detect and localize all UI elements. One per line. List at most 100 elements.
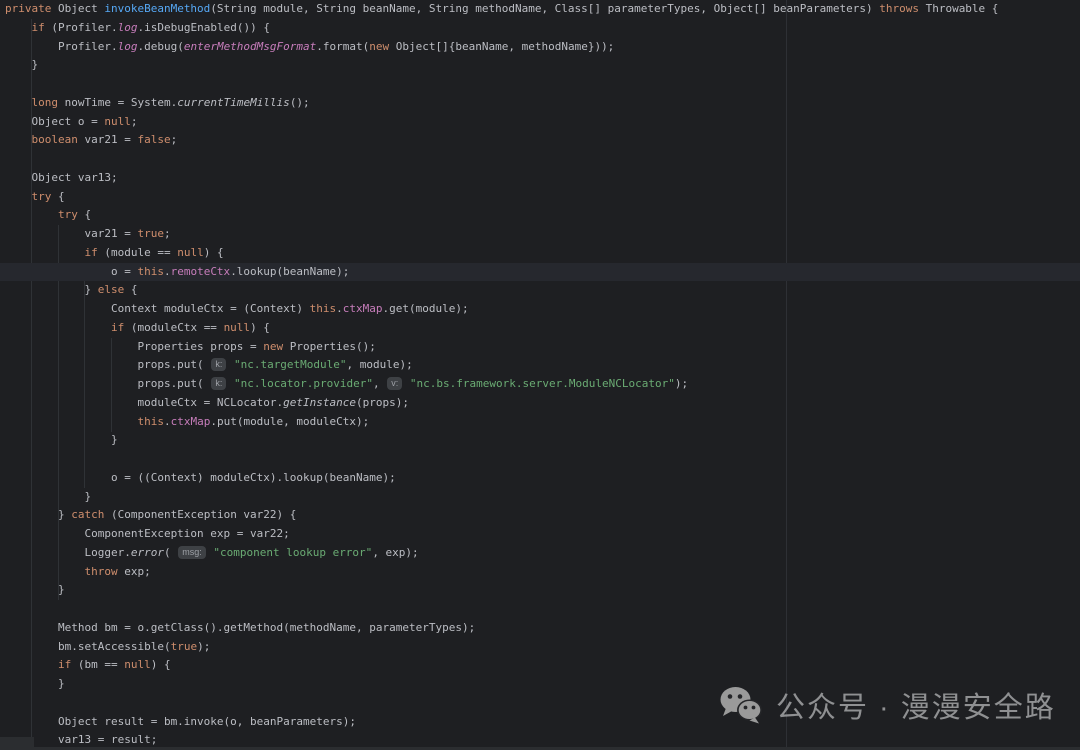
status-bar-corner xyxy=(0,737,34,750)
code-token: Object o = xyxy=(5,115,104,128)
code-token: throws xyxy=(879,2,919,15)
code-line[interactable]: } catch (ComponentException var22) { xyxy=(0,506,1080,525)
code-token: , exp); xyxy=(372,546,418,559)
code-token: ; xyxy=(171,133,178,146)
code-line[interactable]: moduleCtx = NCLocator.getInstance(props)… xyxy=(0,394,1080,413)
code-line[interactable]: try { xyxy=(0,206,1080,225)
code-token: } xyxy=(5,283,98,296)
code-token: (module == xyxy=(98,246,177,259)
code-token: getInstance xyxy=(283,396,356,409)
code-token: "component lookup error" xyxy=(213,546,372,559)
code-token: Method bm = o.getClass().getMethod(metho… xyxy=(5,621,475,634)
code-token: Context moduleCtx = (Context) xyxy=(5,302,310,315)
code-line[interactable]: Logger.error( msg: "component lookup err… xyxy=(0,544,1080,563)
code-token: ); xyxy=(197,640,210,653)
code-token: if xyxy=(84,246,97,259)
code-token: throw xyxy=(84,565,117,578)
code-token: ) { xyxy=(250,321,270,334)
code-token: ; xyxy=(164,227,171,240)
code-token: Object result = bm.invoke(o, beanParamet… xyxy=(5,715,356,728)
code-token: log xyxy=(118,21,138,34)
code-line[interactable] xyxy=(0,150,1080,169)
inlay-hint: msg: xyxy=(178,546,206,559)
code-line[interactable]: } xyxy=(0,56,1080,75)
inlay-hint: v: xyxy=(387,377,402,390)
code-line[interactable]: throw exp; xyxy=(0,563,1080,582)
code-token: { xyxy=(78,208,91,221)
code-token: ctxMap xyxy=(171,415,211,428)
code-token: (bm == xyxy=(71,658,124,671)
wechat-icon xyxy=(718,685,764,725)
code-token: .put(module, moduleCtx); xyxy=(210,415,369,428)
code-line[interactable] xyxy=(0,600,1080,619)
code-line[interactable]: Context moduleCtx = (Context) this.ctxMa… xyxy=(0,300,1080,319)
code-token: false xyxy=(137,133,170,146)
code-token: nowTime = System. xyxy=(58,96,177,109)
code-line-highlighted[interactable]: o = this.remoteCtx.lookup(beanName); xyxy=(0,263,1080,282)
code-line[interactable]: this.ctxMap.put(module, moduleCtx); xyxy=(0,413,1080,432)
code-line[interactable]: if (Profiler.log.isDebugEnabled()) { xyxy=(0,19,1080,38)
code-line[interactable]: private Object invokeBeanMethod(String m… xyxy=(0,0,1080,19)
code-token: "nc.locator.provider" xyxy=(234,377,373,390)
code-line[interactable]: if (moduleCtx == null) { xyxy=(0,319,1080,338)
code-token xyxy=(5,415,137,428)
code-token: this xyxy=(137,265,164,278)
code-line[interactable]: Method bm = o.getClass().getMethod(metho… xyxy=(0,619,1080,638)
code-token: Object[]{beanName, methodName})); xyxy=(389,40,614,53)
code-line[interactable]: Properties props = new Properties(); xyxy=(0,338,1080,357)
code-line[interactable]: } else { xyxy=(0,281,1080,300)
code-line[interactable] xyxy=(0,450,1080,469)
code-line[interactable]: boolean var21 = false; xyxy=(0,131,1080,150)
editor-screen: private Object invokeBeanMethod(String m… xyxy=(0,0,1080,750)
code-token xyxy=(5,96,32,109)
code-token: catch xyxy=(71,508,104,521)
code-token: try xyxy=(58,208,78,221)
code-line[interactable]: var21 = true; xyxy=(0,225,1080,244)
code-token: "nc.bs.framework.server.ModuleNCLocator" xyxy=(410,377,675,390)
code-token: .lookup(beanName); xyxy=(230,265,349,278)
code-token: moduleCtx = NCLocator. xyxy=(5,396,283,409)
code-line[interactable]: Profiler.log.debug(enterMethodMsgFormat.… xyxy=(0,38,1080,57)
code-token: ; xyxy=(131,115,138,128)
code-line[interactable]: ComponentException exp = var22; xyxy=(0,525,1080,544)
code-line[interactable]: props.put( k: "nc.targetModule", module)… xyxy=(0,356,1080,375)
code-token xyxy=(5,321,111,334)
code-token xyxy=(227,377,234,390)
code-token: error xyxy=(131,546,164,559)
code-token: (props); xyxy=(356,396,409,409)
code-line[interactable]: if (bm == null) { xyxy=(0,656,1080,675)
code-line[interactable]: bm.setAccessible(true); xyxy=(0,638,1080,657)
code-token: o = ((Context) moduleCtx).lookup(beanNam… xyxy=(5,471,396,484)
code-line[interactable]: o = ((Context) moduleCtx).lookup(beanNam… xyxy=(0,469,1080,488)
code-line[interactable] xyxy=(0,75,1080,94)
code-token: } xyxy=(5,433,118,446)
code-line[interactable]: props.put( k: "nc.locator.provider", v: … xyxy=(0,375,1080,394)
code-token: null xyxy=(124,658,151,671)
code-token: } xyxy=(5,58,38,71)
code-token: .get(module); xyxy=(383,302,469,315)
code-token: bm.setAccessible( xyxy=(5,640,171,653)
code-token: ctxMap xyxy=(343,302,383,315)
code-token: o = xyxy=(5,265,137,278)
code-token: true xyxy=(137,227,164,240)
code-line[interactable]: if (module == null) { xyxy=(0,244,1080,263)
code-token xyxy=(227,358,234,371)
code-line[interactable]: } xyxy=(0,488,1080,507)
code-token: .format( xyxy=(316,40,369,53)
code-line[interactable]: Object var13; xyxy=(0,169,1080,188)
code-line[interactable]: } xyxy=(0,431,1080,450)
code-line[interactable]: } xyxy=(0,581,1080,600)
code-token: } xyxy=(5,508,71,521)
code-token: . xyxy=(164,265,171,278)
code-token: currentTimeMillis xyxy=(177,96,290,109)
code-token: Throwable { xyxy=(919,2,998,15)
code-line[interactable]: try { xyxy=(0,188,1080,207)
code-line[interactable]: Object o = null; xyxy=(0,113,1080,132)
code-token: if xyxy=(32,21,45,34)
code-token: } xyxy=(5,583,65,596)
code-token: log xyxy=(118,40,138,53)
code-token: Object xyxy=(51,2,104,15)
code-token: try xyxy=(32,190,52,203)
code-token: props.put( xyxy=(5,358,210,371)
code-line[interactable]: long nowTime = System.currentTimeMillis(… xyxy=(0,94,1080,113)
